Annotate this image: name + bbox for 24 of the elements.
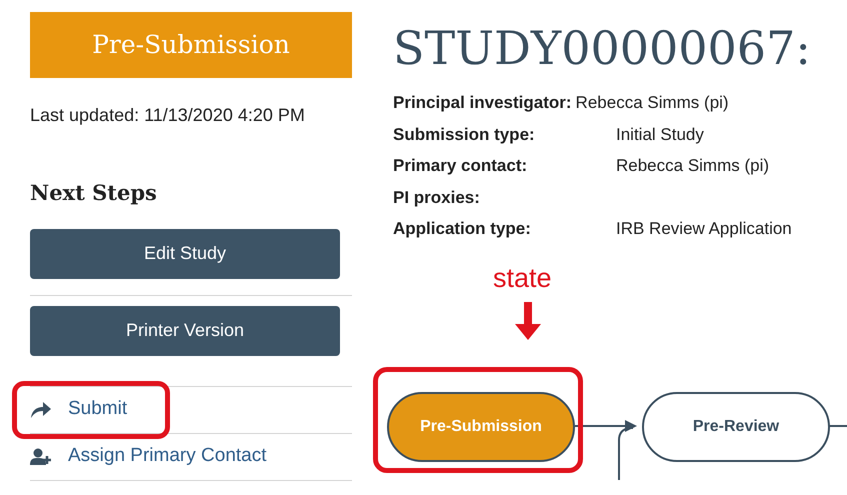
add-user-icon [30,448,52,466]
detail-label: Submission type: [393,124,536,146]
down-arrow-icon [515,302,541,340]
share-arrow-icon [30,400,52,418]
action-link[interactable]: Assign Primary Contact [68,442,267,471]
workflow-node: Pre-Review [642,392,830,462]
last-updated-text: Last updated: 11/13/2020 4:20 PM [30,104,306,127]
detail-label: Primary contact: [393,155,528,177]
action-link[interactable]: Submit [68,395,128,424]
status-badge: Pre-Submission [30,12,352,78]
study-title: STUDY00000067: [393,20,812,76]
detail-label: Application type: [393,218,532,240]
detail-value: Rebecca Simms (pi) [616,155,770,177]
detail-label: PI proxies: [393,186,481,208]
action-button[interactable]: Printer Version [30,306,340,356]
detail-value: Initial Study [616,124,704,146]
detail-value: Rebecca Simms (pi) [576,92,729,114]
connector-arrow [575,420,637,480]
next-steps-heading: Next Steps [30,179,158,207]
workflow-node: Pre-Submission [387,392,575,462]
state-annotation: state [493,262,552,294]
detail-value: IRB Review Application [616,218,792,240]
action-button[interactable]: Edit Study [30,228,340,278]
detail-label: Principal investigator: [393,92,572,114]
